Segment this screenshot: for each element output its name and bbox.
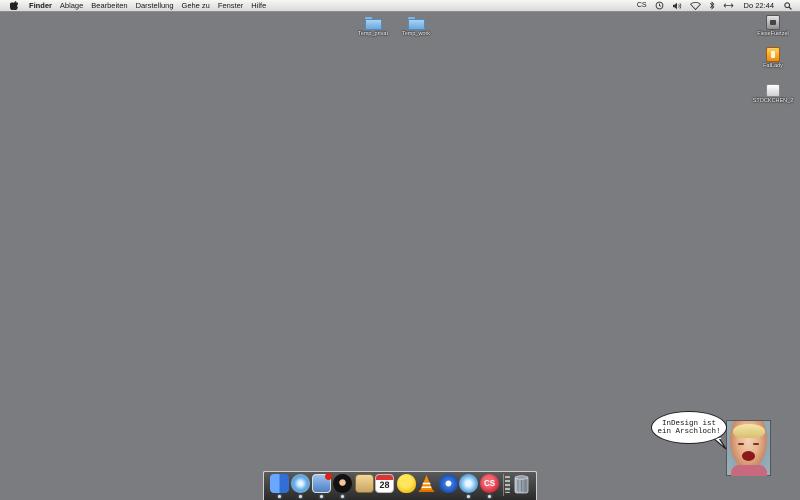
menu-bearbeiten[interactable]: Bearbeiten xyxy=(87,0,131,11)
dock-separator xyxy=(503,474,504,496)
crying-child-photo xyxy=(726,420,771,476)
running-indicator xyxy=(488,495,491,498)
desktop-icon-label: FatLady xyxy=(763,63,783,69)
drive-icon xyxy=(766,47,780,62)
status-area: CS Do 22:44 xyxy=(633,0,800,11)
cyberduck-icon[interactable] xyxy=(397,474,416,493)
spotlight-search-icon[interactable] xyxy=(780,1,800,10)
ical-date: 28 xyxy=(379,480,390,490)
drive-icon xyxy=(766,15,780,30)
desktop-drive-fiesefuetzel[interactable]: FieseFuetzel xyxy=(748,15,798,37)
creative-suite-icon[interactable]: CS xyxy=(480,474,499,493)
cs-status-item[interactable]: CS xyxy=(633,0,651,11)
quicktime-icon[interactable] xyxy=(439,474,458,493)
menu-gehe-zu[interactable]: Gehe zu xyxy=(178,0,214,11)
sync-arrows-icon[interactable] xyxy=(719,2,738,9)
speech-bubble: InDesign ist ein Arschloch! xyxy=(651,411,727,444)
apple-menu-icon[interactable] xyxy=(9,1,19,10)
stack-icon[interactable] xyxy=(505,476,510,493)
running-indicator xyxy=(467,495,470,498)
safari-icon[interactable] xyxy=(291,474,310,493)
running-indicator xyxy=(278,495,281,498)
vlc-icon[interactable] xyxy=(417,474,436,493)
folder-icon xyxy=(407,17,425,30)
running-indicator xyxy=(320,495,323,498)
bluetooth-icon[interactable] xyxy=(705,1,719,10)
mail-icon[interactable] xyxy=(312,473,332,493)
menu-bar: Finder Ablage Bearbeiten Darstellung Geh… xyxy=(0,0,800,12)
notes-icon[interactable] xyxy=(355,474,374,493)
speech-bubble-line: InDesign ist xyxy=(661,419,716,428)
desktop-icon-label: FieseFuetzel xyxy=(757,31,789,37)
desktop-drive-fatlady[interactable]: FatLady xyxy=(748,47,798,69)
trash-icon[interactable] xyxy=(513,474,530,494)
finder-icon[interactable] xyxy=(270,474,289,493)
menu-darstellung[interactable]: Darstellung xyxy=(132,0,178,11)
folder-icon xyxy=(364,17,382,30)
ninja-icon[interactable] xyxy=(333,474,352,493)
drive-icon xyxy=(766,84,780,97)
running-indicator xyxy=(341,495,344,498)
ical-icon[interactable]: 28 xyxy=(375,474,394,493)
desktop-icon-label: STOCKCHEN_2 xyxy=(752,98,794,104)
volume-icon[interactable] xyxy=(668,2,686,10)
menu-clock[interactable]: Do 22:44 xyxy=(738,0,780,11)
desktop-drive-stockchen-2[interactable]: STOCKCHEN_2 xyxy=(748,84,798,104)
menu-ablage[interactable]: Ablage xyxy=(56,0,87,11)
desktop-icon-label: Temp_privat xyxy=(358,31,388,37)
menu-fenster[interactable]: Fenster xyxy=(214,0,247,11)
menu-hilfe[interactable]: Hilfe xyxy=(247,0,270,11)
desktop-icon-label: Temp_work xyxy=(401,31,431,37)
cs-icon-label: CS xyxy=(483,479,496,488)
desktop-folder-temp-work[interactable]: Temp_work xyxy=(391,17,441,37)
speech-bubble-line: ein Arschloch! xyxy=(657,427,721,436)
menu-finder[interactable]: Finder xyxy=(25,0,56,11)
time-machine-icon[interactable] xyxy=(651,1,668,10)
speech-bubble-tail xyxy=(713,438,727,450)
itunes-icon[interactable] xyxy=(459,474,478,493)
wifi-icon[interactable] xyxy=(686,1,705,10)
running-indicator xyxy=(299,495,302,498)
